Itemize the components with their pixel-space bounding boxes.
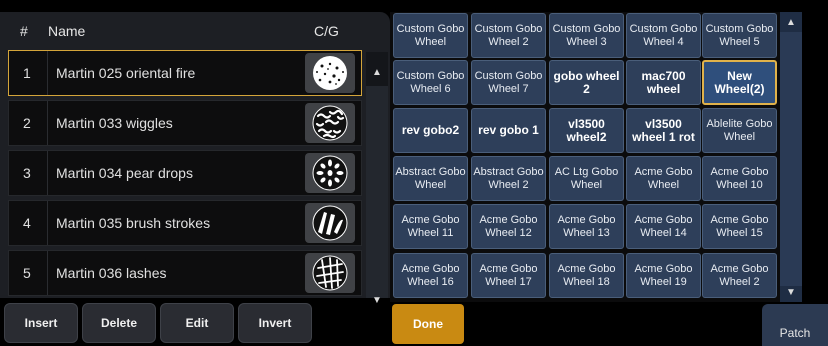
wheel-cell[interactable]: Acme Gobo Wheel 18 [549,253,624,298]
gobo-wheel-grid: Custom Gobo Wheel Custom Gobo Wheel 2 Cu… [390,12,780,302]
list-row-3[interactable]: 3 Martin 034 pear drops [8,150,362,196]
header-number: # [20,23,28,39]
scroll-up-icon[interactable]: ▲ [366,64,388,82]
oriental-fire-gobo-icon [305,53,355,93]
list-row-5[interactable]: 5 Martin 036 lashes [8,250,362,296]
wheel-cell[interactable]: Ablelite Gobo Wheel [702,108,777,153]
wheel-cell[interactable]: Abstract Gobo Wheel [393,156,468,201]
wheel-cell[interactable]: vl3500 wheel2 [549,108,624,153]
edit-button[interactable]: Edit [160,303,234,343]
header-cg: C/G [314,23,339,39]
wheel-cell[interactable]: Acme Gobo Wheel 19 [626,253,701,298]
patch-button[interactable]: Patch [762,304,828,346]
wheel-cell[interactable]: gobo wheel 2 [549,60,624,105]
wheel-cell[interactable]: Acme Gobo Wheel 12 [471,204,546,249]
invert-button[interactable]: Invert [238,303,312,343]
wiggles-gobo-icon [305,103,355,143]
list-scrollbar[interactable]: ▲ ▼ [366,52,388,306]
wheel-cell[interactable]: Acme Gobo Wheel 16 [393,253,468,298]
scroll-down-icon[interactable]: ▼ [366,292,388,310]
wheel-cell[interactable]: Abstract Gobo Wheel 2 [471,156,546,201]
wheel-cell[interactable]: Acme Gobo Wheel 13 [549,204,624,249]
wheel-cell[interactable]: Custom Gobo Wheel 5 [702,13,777,58]
grid-scrollbar-thumb[interactable] [780,32,802,286]
wheel-cell[interactable]: Acme Gobo Wheel 15 [702,204,777,249]
grid-scrollbar[interactable]: ▲ ▼ [780,12,802,302]
row-number: 4 [23,215,31,231]
wheel-cell[interactable]: rev gobo 1 [471,108,546,153]
list-scrollbar-thumb[interactable] [366,86,388,298]
wheel-cell[interactable]: Acme Gobo Wheel [626,156,701,201]
row-name: Martin 034 pear drops [47,151,304,195]
wheel-cell[interactable]: Acme Gobo Wheel 14 [626,204,701,249]
list-row-2[interactable]: 2 Martin 033 wiggles [8,100,362,146]
row-name: Martin 025 oriental fire [47,51,304,95]
list-header: # Name C/G [0,12,390,50]
wheel-cell-selected[interactable]: New Wheel(2) [702,60,777,105]
wheel-cell[interactable]: Acme Gobo Wheel 2 [702,253,777,298]
row-number: 2 [23,115,31,131]
wheel-cell[interactable]: Custom Gobo Wheel 2 [471,13,546,58]
brush-strokes-gobo-icon [305,203,355,243]
wheel-cell[interactable]: Custom Gobo Wheel 7 [471,60,546,105]
wheel-cell[interactable]: Acme Gobo Wheel 17 [471,253,546,298]
scroll-up-icon[interactable]: ▲ [780,14,802,32]
gobo-list-panel: # Name C/G 1 Martin 025 oriental fire 2 … [0,12,390,306]
wheel-cell[interactable]: mac700 wheel [626,60,701,105]
wheel-cell[interactable]: Custom Gobo Wheel [393,13,468,58]
done-button[interactable]: Done [392,304,464,344]
row-name: Martin 036 lashes [47,251,304,295]
wheel-cell[interactable]: AC Ltg Gobo Wheel [549,156,624,201]
wheel-cell[interactable]: Custom Gobo Wheel 4 [626,13,701,58]
wheel-cell[interactable]: rev gobo2 [393,108,468,153]
wheel-cell[interactable]: Custom Gobo Wheel 6 [393,60,468,105]
row-name: Martin 033 wiggles [47,101,304,145]
wheel-cell[interactable]: Acme Gobo Wheel 10 [702,156,777,201]
list-row-4[interactable]: 4 Martin 035 brush strokes [8,200,362,246]
wheel-cell[interactable]: Acme Gobo Wheel 11 [393,204,468,249]
row-number: 1 [23,65,31,81]
wheel-cell[interactable]: Custom Gobo Wheel 3 [549,13,624,58]
row-number: 5 [23,265,31,281]
row-number: 3 [23,165,31,181]
insert-button[interactable]: Insert [4,303,78,343]
pear-drops-gobo-icon [305,153,355,193]
delete-button[interactable]: Delete [82,303,156,343]
lashes-gobo-icon [305,253,355,293]
header-name: Name [48,23,86,39]
wheel-cell[interactable]: vl3500 wheel 1 rot [626,108,701,153]
list-row-1[interactable]: 1 Martin 025 oriental fire [8,50,362,96]
scroll-down-icon[interactable]: ▼ [780,284,802,302]
row-name: Martin 035 brush strokes [47,201,304,245]
